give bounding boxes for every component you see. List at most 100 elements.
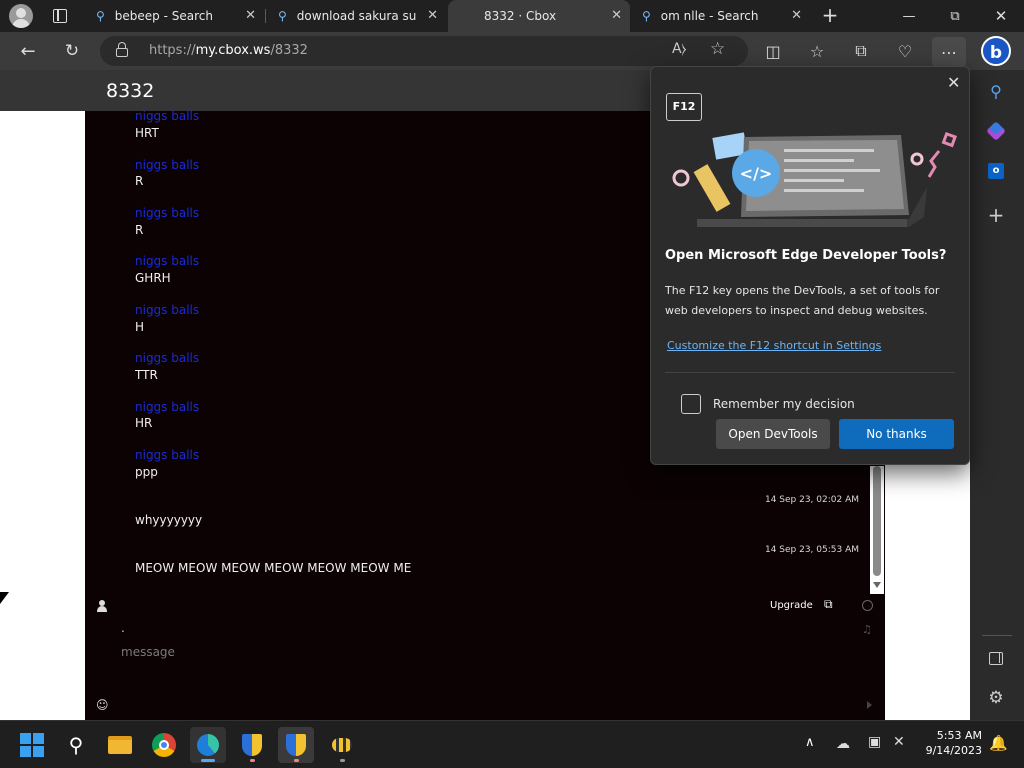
popout-icon[interactable]: ⧉ — [824, 597, 833, 612]
page-title: 8332 — [106, 80, 155, 102]
message-text: HR — [135, 416, 153, 430]
copilot-shape-icon[interactable] — [981, 116, 1011, 146]
split-screen-icon[interactable]: ◫ — [758, 36, 788, 66]
message-placeholder: message — [121, 645, 175, 659]
customize-shortcut-link[interactable]: Customize the F12 shortcut in Settings — [667, 339, 881, 352]
notification-bell-icon[interactable]: 🔔 — [989, 734, 1008, 752]
taskbar-search-icon[interactable]: ⚲ — [58, 727, 94, 763]
close-icon[interactable]: ✕ — [791, 8, 802, 23]
message-text: ppp — [135, 465, 158, 479]
message-text: R — [135, 223, 144, 237]
sidebar-settings-icon[interactable]: ⚙ — [981, 683, 1011, 713]
f12-key-badge: F12 — [666, 93, 702, 121]
onedrive-icon[interactable]: ☁ — [836, 736, 850, 752]
message-input[interactable]: message — [118, 640, 858, 666]
remember-decision-checkbox[interactable] — [681, 394, 701, 414]
clock[interactable]: 5:53 AM 9/14/2023 — [920, 728, 982, 758]
hide-sidebar-icon[interactable] — [981, 643, 1011, 673]
message-text: GHRH — [135, 271, 171, 285]
start-windows-icon[interactable] — [14, 727, 50, 763]
close-window-button[interactable]: ✕ — [978, 0, 1024, 32]
tab-cbox[interactable]: 8332 · Cbox ✕ — [448, 0, 630, 32]
url-path: /8332 — [270, 43, 308, 58]
tab-bebeep[interactable]: ⚲ bebeep - Search ✕ — [84, 0, 264, 32]
chat-scrollbar[interactable] — [870, 466, 884, 594]
dialog-title: Open Microsoft Edge Developer Tools? — [665, 248, 947, 263]
message-username[interactable]: niggs balls — [135, 158, 199, 172]
close-icon[interactable]: ✕ — [245, 8, 256, 23]
favorites-icon[interactable]: ☆ — [802, 36, 832, 66]
show-hidden-icons-icon[interactable]: ∧ — [805, 735, 815, 750]
refresh-icon[interactable]: ↻ — [57, 36, 87, 66]
close-icon[interactable]: ✕ — [427, 8, 438, 23]
outlook-icon[interactable]: o — [981, 156, 1011, 186]
message-text: whyyyyyyy — [135, 513, 203, 527]
back-icon[interactable]: ← — [13, 36, 43, 66]
edge-icon[interactable] — [190, 727, 226, 763]
emoji-icon[interactable]: ☺ — [96, 698, 109, 712]
message-username[interactable]: niggs balls — [135, 254, 199, 268]
clock-time: 5:53 AM — [936, 729, 982, 742]
message-username[interactable]: niggs balls — [135, 206, 199, 220]
user-icon[interactable] — [96, 600, 108, 612]
bee-app-icon[interactable] — [324, 727, 360, 763]
more-options-icon[interactable]: ⋯ — [932, 37, 966, 67]
url-host: my.cbox.ws — [195, 43, 271, 58]
dialog-body: The F12 key opens the DevTools, a set of… — [665, 284, 940, 317]
tab-label: 8332 · Cbox — [484, 9, 557, 23]
name-field[interactable]: . — [121, 621, 125, 635]
svg-text:</>: </> — [740, 164, 773, 183]
chrome-icon[interactable] — [146, 727, 182, 763]
tab-strip: ⚲ bebeep - Search ✕ ⚲ download sakura su… — [0, 0, 1024, 32]
read-aloud-icon[interactable]: A⧽ — [672, 41, 686, 57]
new-tab-button[interactable]: + — [818, 4, 842, 28]
tab-label: bebeep - Search — [114, 9, 213, 23]
volume-muted-icon[interactable]: ✕ — [893, 734, 905, 750]
security-shield-icon[interactable] — [234, 727, 270, 763]
send-arrow-icon[interactable] — [867, 701, 872, 709]
search-icon[interactable]: ⚲ — [981, 76, 1011, 106]
profile-avatar[interactable] — [9, 4, 33, 28]
file-explorer-icon[interactable] — [102, 727, 138, 763]
close-icon[interactable]: ✕ — [947, 73, 960, 92]
message-timestamp: 14 Sep 23, 02:02 AM — [764, 495, 859, 505]
message-text: HRT — [135, 126, 159, 140]
browser-essentials-icon[interactable]: ♡ — [890, 36, 920, 66]
sound-icon[interactable]: ♫ — [862, 623, 872, 636]
tab-download-sakura[interactable]: ⚲ download sakura succ ✕ — [266, 0, 446, 32]
network-icon[interactable]: ▣ — [868, 734, 881, 750]
message-username[interactable]: niggs balls — [135, 448, 199, 462]
close-icon[interactable]: ✕ — [611, 8, 622, 23]
no-thanks-button[interactable]: No thanks — [839, 419, 954, 449]
url-scheme: https:// — [149, 43, 196, 58]
collections-icon[interactable]: ⧉ — [846, 36, 876, 66]
address-bar[interactable]: https://my.cbox.ws/8332 A⧽ ☆ — [100, 36, 748, 66]
add-sidebar-app-icon[interactable]: + — [981, 200, 1011, 230]
status-circle-icon[interactable] — [862, 600, 873, 611]
message-username[interactable]: niggs balls — [135, 400, 199, 414]
tab-label: om nlle - Search — [660, 9, 759, 23]
message-text: H — [135, 320, 145, 334]
minimize-button[interactable]: — — [886, 0, 932, 32]
open-devtools-button[interactable]: Open DevTools — [716, 419, 830, 449]
tab-actions-icon[interactable] — [53, 9, 67, 23]
security-shield-icon[interactable] — [278, 727, 314, 763]
favorite-star-icon[interactable]: ☆ — [710, 39, 725, 59]
message-text: TTR — [135, 368, 158, 382]
devtools-prompt-dialog: ✕ F12 </> Open Microsoft Edge Developer … — [650, 66, 970, 465]
lock-icon — [116, 42, 128, 57]
message-username[interactable]: niggs balls — [135, 351, 199, 365]
upgrade-link[interactable]: Upgrade — [770, 600, 813, 611]
clock-date: 9/14/2023 — [925, 744, 982, 757]
message-text: R — [135, 174, 144, 188]
page-margin-left — [0, 111, 85, 720]
message-username[interactable]: niggs balls — [135, 303, 199, 317]
tab-label: download sakura succ — [296, 9, 417, 23]
remember-decision-label: Remember my decision — [713, 397, 855, 411]
restore-button[interactable]: ⧉ — [932, 0, 978, 32]
scroll-down-icon[interactable] — [873, 582, 881, 588]
bing-copilot-icon[interactable]: b — [981, 36, 1011, 66]
message-username[interactable]: niggs balls — [135, 109, 199, 123]
message-timestamp: 14 Sep 23, 05:53 AM — [764, 545, 859, 555]
tab-om-nlle[interactable]: ⚲ om nlle - Search ✕ — [630, 0, 810, 32]
